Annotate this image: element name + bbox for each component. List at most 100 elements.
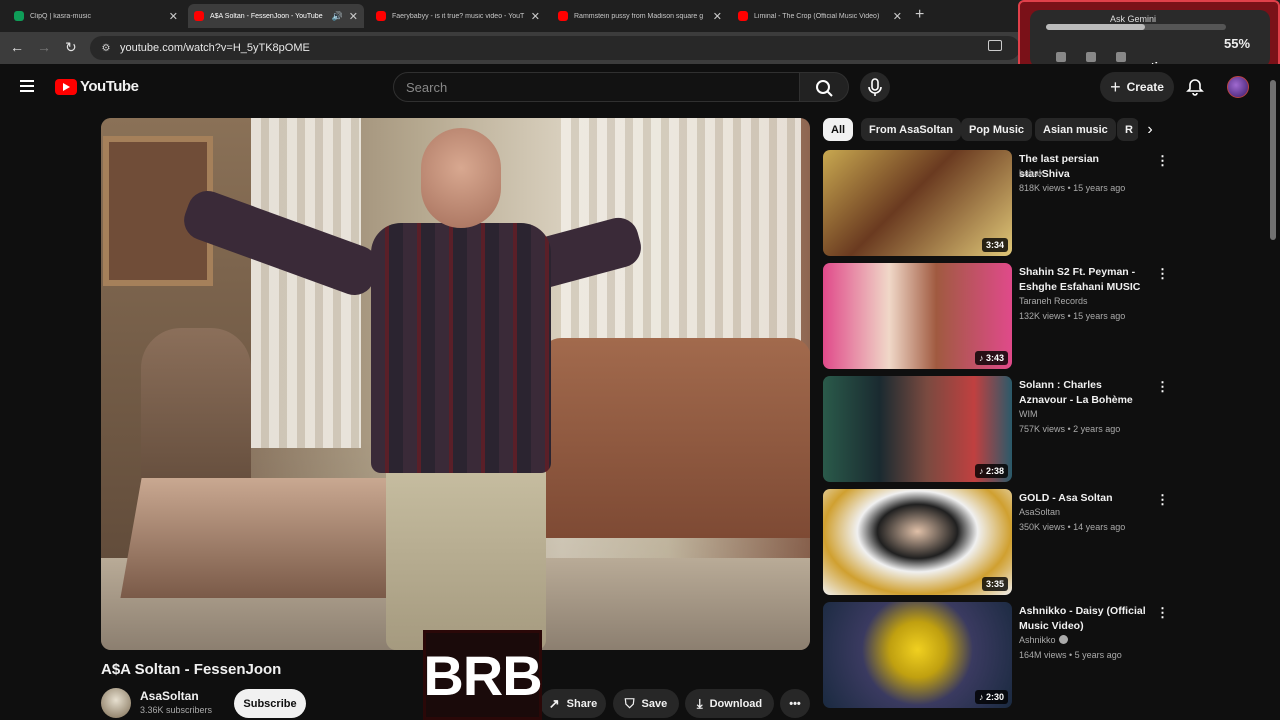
more-vertical-icon[interactable]: ⋮: [1156, 492, 1169, 508]
speaker-icon[interactable]: 🔊: [332, 11, 343, 22]
video-player[interactable]: [101, 118, 810, 650]
rec-title[interactable]: GOLD - Asa Soltan: [1019, 491, 1149, 506]
chip-partial[interactable]: R: [1117, 118, 1139, 141]
rec-channel[interactable]: Ashnikko: [1019, 635, 1068, 645]
download-icon: ⤓: [696, 695, 703, 711]
chip-pop-music[interactable]: Pop Music: [961, 118, 1033, 141]
browser-tab[interactable]: Liminal - The Crop (Official Music Video…: [732, 4, 908, 28]
chip-all[interactable]: All: [823, 118, 854, 141]
create-label: Create: [1126, 80, 1164, 94]
subscribe-button[interactable]: Subscribe: [234, 689, 306, 718]
search-input[interactable]: [406, 80, 786, 95]
video-frame-scene: [421, 128, 501, 228]
youtube-header: YouTube + Create: [0, 64, 1280, 110]
new-tab-icon[interactable]: +: [915, 6, 924, 24]
youtube-logo[interactable]: YouTube: [55, 78, 139, 95]
recommendation-item[interactable]: ♪ 2:38 Solann : Charles Aznavour - La Bo…: [823, 376, 1169, 484]
back-icon[interactable]: ←: [10, 39, 24, 55]
rec-channel[interactable]: babak: [1019, 168, 1044, 178]
rec-channel[interactable]: Taraneh Records: [1019, 296, 1088, 306]
rec-channel[interactable]: WIM: [1019, 409, 1038, 419]
search-button[interactable]: [799, 72, 849, 102]
plus-icon: +: [1110, 76, 1121, 97]
save-button[interactable]: ⛉ Save: [613, 689, 679, 718]
share-label: Share: [566, 697, 598, 710]
video-frame-scene: [120, 478, 422, 598]
download-label: Download: [709, 697, 763, 710]
logo-text: YouTube: [80, 78, 139, 95]
notifications-bell-icon[interactable]: [1186, 78, 1204, 101]
browser-tab-active[interactable]: A$A Soltan - FessenJoon - YouTube 🔊 ✕: [188, 4, 364, 28]
video-frame-scene: [371, 223, 551, 473]
close-tab-icon[interactable]: ✕: [531, 10, 540, 23]
share-button[interactable]: ↗ Share: [540, 689, 606, 718]
forward-icon[interactable]: →: [37, 39, 51, 55]
music-note-icon: ♪: [978, 692, 986, 702]
chip-asian-music[interactable]: Asian music: [1035, 118, 1116, 141]
rec-meta: 818K views • 15 years ago: [1019, 183, 1126, 193]
account-avatar[interactable]: [1227, 76, 1249, 98]
cast-icon[interactable]: [988, 40, 1002, 51]
browser-tab[interactable]: Rammstein pussy from Madison square g ✕: [552, 4, 728, 28]
hamburger-menu-icon[interactable]: [20, 80, 34, 92]
browser-tab[interactable]: ClipQ | kasra-music ✕: [8, 4, 184, 28]
rec-title[interactable]: Ashnikko - Daisy (Official Music Video): [1019, 604, 1149, 634]
rec-channel-name: Ashnikko: [1019, 635, 1056, 645]
more-actions-button[interactable]: •••: [780, 689, 810, 718]
tab-title: ClipQ | kasra-music: [30, 12, 91, 20]
youtube-favicon-icon: [738, 11, 748, 21]
youtube-favicon-icon: [558, 11, 568, 21]
video-thumbnail[interactable]: ♪ 3:43: [823, 263, 1012, 369]
chip-from-channel[interactable]: From AsaSoltan: [861, 118, 961, 141]
chevron-right-icon[interactable]: ›: [1138, 118, 1162, 142]
close-tab-icon[interactable]: ✕: [349, 10, 358, 23]
duration-badge: ♪ 2:38: [974, 464, 1008, 478]
close-tab-icon[interactable]: ✕: [169, 10, 178, 23]
rec-title[interactable]: Solann : Charles Aznavour - La Bohème (R…: [1019, 378, 1149, 408]
create-button[interactable]: + Create: [1100, 72, 1174, 102]
overlay-percent: 55%: [1224, 36, 1251, 51]
rec-channel[interactable]: AsaSoltan: [1019, 507, 1060, 517]
tab-title: Faerybabyy - is it true? music video - Y…: [392, 12, 525, 20]
address-bar[interactable]: ⚙ youtube.com/watch?v=H_5yTK8pOME: [90, 36, 1020, 60]
close-tab-icon[interactable]: ✕: [713, 10, 722, 23]
overlay-icon: [1056, 52, 1066, 62]
site-info-icon[interactable]: ⚙: [94, 43, 118, 54]
youtube-favicon-icon: [194, 11, 204, 21]
more-vertical-icon[interactable]: ⋮: [1156, 266, 1169, 282]
scrollbar-thumb[interactable]: [1270, 80, 1276, 240]
youtube-play-icon: [55, 78, 77, 95]
browser-tab[interactable]: Faerybabyy - is it true? music video - Y…: [370, 4, 546, 28]
more-vertical-icon[interactable]: ⋮: [1156, 605, 1169, 621]
more-vertical-icon[interactable]: ⋮: [1156, 153, 1169, 169]
clipq-favicon-icon: [14, 11, 24, 21]
youtube-favicon-icon: [376, 11, 386, 21]
rec-title[interactable]: Shahin S2 Ft. Peyman - Eshghe Esfahani M…: [1019, 265, 1149, 295]
overlay-icon: [1086, 52, 1096, 62]
recommendation-item[interactable]: ♪ 3:43 Shahin S2 Ft. Peyman - Eshghe Esf…: [823, 263, 1169, 371]
channel-name[interactable]: AsaSoltan: [140, 689, 199, 703]
video-thumbnail[interactable]: 3:34: [823, 150, 1012, 256]
video-thumbnail[interactable]: ♪ 2:30: [823, 602, 1012, 708]
voice-search-button[interactable]: [860, 72, 890, 102]
rec-meta: 350K views • 14 years ago: [1019, 522, 1126, 532]
download-button[interactable]: ⤓ Download: [685, 689, 774, 718]
video-thumbnail[interactable]: ♪ 2:38: [823, 376, 1012, 482]
more-vertical-icon[interactable]: ⋮: [1156, 379, 1169, 395]
tab-title: Rammstein pussy from Madison square g: [574, 12, 704, 20]
recommendation-item[interactable]: 3:34 The last persian star:Shiva babak 8…: [823, 150, 1169, 258]
reload-icon[interactable]: ↻: [65, 39, 77, 56]
duration-badge: ♪ 2:30: [974, 690, 1008, 704]
duration-text: 2:38: [985, 466, 1004, 476]
rec-meta: 757K views • 2 years ago: [1019, 424, 1121, 434]
share-icon: ↗: [548, 695, 560, 711]
channel-avatar[interactable]: [101, 688, 131, 718]
ask-gemini-label[interactable]: Ask Gemini: [1110, 14, 1156, 24]
more-horizontal-icon: •••: [789, 697, 801, 710]
rec-meta: 164M views • 5 years ago: [1019, 650, 1122, 660]
video-thumbnail[interactable]: 3:35: [823, 489, 1012, 595]
recommendation-item[interactable]: 3:35 GOLD - Asa Soltan AsaSoltan 350K vi…: [823, 489, 1169, 597]
page-scrollbar[interactable]: [1270, 70, 1278, 720]
close-tab-icon[interactable]: ✕: [893, 10, 902, 23]
recommendation-item[interactable]: ♪ 2:30 Ashnikko - Daisy (Official Music …: [823, 602, 1169, 710]
